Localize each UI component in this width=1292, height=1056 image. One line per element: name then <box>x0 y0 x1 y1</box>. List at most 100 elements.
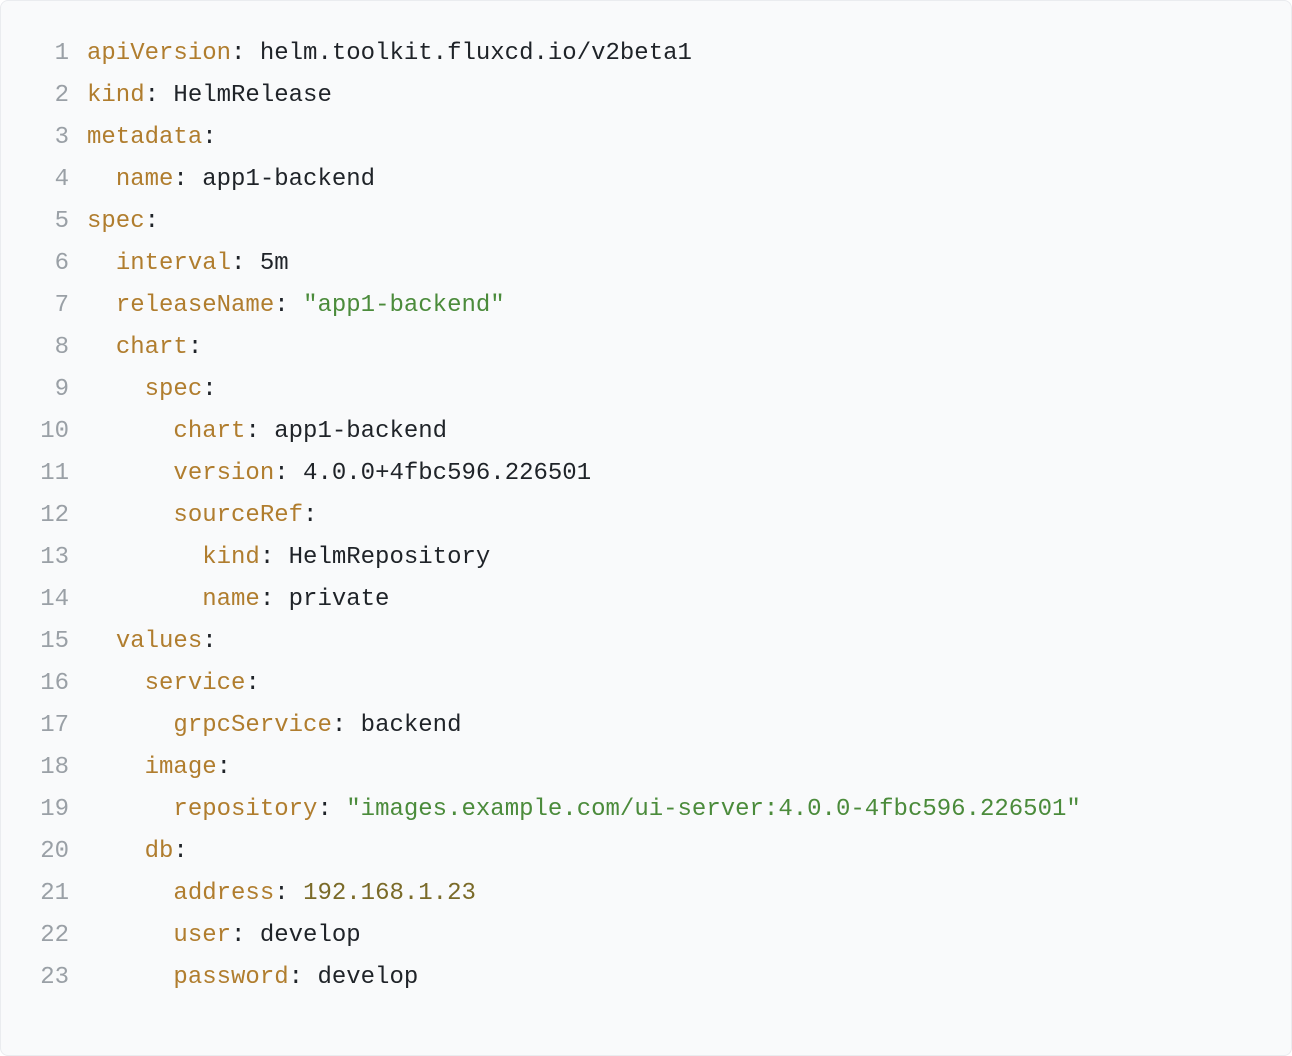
code-token: spec <box>145 376 203 403</box>
line-number: 13 <box>25 537 69 579</box>
line-number: 21 <box>25 873 69 915</box>
code-token: : <box>231 922 245 949</box>
code-token: chart <box>173 418 245 445</box>
code-line: 16 service: <box>25 663 1267 705</box>
code-token: name <box>202 586 260 613</box>
code-token: : <box>245 670 259 697</box>
code-token: helm.toolkit.fluxcd.io/v2beta1 <box>245 40 691 67</box>
code-token: : <box>245 418 259 445</box>
code-token: version <box>173 460 274 487</box>
code-line: 21 address: 192.168.1.23 <box>25 873 1267 915</box>
line-number: 12 <box>25 495 69 537</box>
code-line: 6 interval: 5m <box>25 243 1267 285</box>
line-number: 6 <box>25 243 69 285</box>
code-token: : <box>231 40 245 67</box>
code-line: 8 chart: <box>25 327 1267 369</box>
code-token: : <box>188 334 202 361</box>
line-number: 7 <box>25 285 69 327</box>
code-line: 12 sourceRef: <box>25 495 1267 537</box>
code-line: 23 password: develop <box>25 957 1267 999</box>
line-content: version: 4.0.0+4fbc596.226501 <box>87 453 591 495</box>
code-token: : <box>274 880 288 907</box>
code-token: 5m <box>245 250 288 277</box>
code-token: : <box>274 460 288 487</box>
line-content: interval: 5m <box>87 243 289 285</box>
code-token: sourceRef <box>173 502 303 529</box>
code-token <box>332 796 346 823</box>
code-token: : <box>173 838 187 865</box>
code-token: : <box>145 208 159 235</box>
code-token: : <box>260 544 274 571</box>
code-line: 4 name: app1-backend <box>25 159 1267 201</box>
code-token: : <box>173 166 187 193</box>
code-line: 11 version: 4.0.0+4fbc596.226501 <box>25 453 1267 495</box>
code-token: 4.0.0+4fbc596.226501 <box>289 460 591 487</box>
code-token: name <box>116 166 174 193</box>
code-token: apiVersion <box>87 40 231 67</box>
code-token: db <box>145 838 174 865</box>
line-number: 14 <box>25 579 69 621</box>
code-token: user <box>173 922 231 949</box>
code-token: HelmRepository <box>274 544 490 571</box>
line-content: name: app1-backend <box>87 159 375 201</box>
code-token: : <box>202 376 216 403</box>
line-content: image: <box>87 747 231 789</box>
line-number: 17 <box>25 705 69 747</box>
code-token: values <box>116 628 202 655</box>
line-content: db: <box>87 831 188 873</box>
line-content: grpcService: backend <box>87 705 461 747</box>
line-content: spec: <box>87 369 217 411</box>
line-number: 16 <box>25 663 69 705</box>
code-token: "images.example.com/ui-server:4.0.0-4fbc… <box>346 796 1081 823</box>
code-token: kind <box>87 82 145 109</box>
code-token: kind <box>202 544 260 571</box>
line-content: values: <box>87 621 217 663</box>
code-line: 13 kind: HelmRepository <box>25 537 1267 579</box>
code-line: 5spec: <box>25 201 1267 243</box>
line-number: 22 <box>25 915 69 957</box>
line-number: 4 <box>25 159 69 201</box>
code-token: : <box>303 502 317 529</box>
code-token: : <box>202 628 216 655</box>
code-token: chart <box>116 334 188 361</box>
code-token: 192.168.1.23 <box>303 880 476 907</box>
code-token: password <box>173 964 288 991</box>
code-line: 9 spec: <box>25 369 1267 411</box>
line-content: chart: <box>87 327 202 369</box>
code-line: 1 apiVersion: helm.toolkit.fluxcd.io/v2be… <box>25 33 1267 75</box>
code-block: 1 apiVersion: helm.toolkit.fluxcd.io/v2be… <box>0 0 1292 1056</box>
line-number: 3 <box>25 117 69 159</box>
code-token: : <box>145 82 159 109</box>
line-number: 9 <box>25 369 69 411</box>
code-token: : <box>202 124 216 151</box>
line-number: 8 <box>25 327 69 369</box>
line-number: 5 <box>25 201 69 243</box>
code-token: HelmRelease <box>159 82 332 109</box>
code-token: app1-backend <box>188 166 375 193</box>
code-token: grpcService <box>173 712 331 739</box>
line-content: kind: HelmRepository <box>87 537 490 579</box>
code-token: : <box>289 964 303 991</box>
code-token: interval <box>116 250 231 277</box>
code-line: 3metadata: <box>25 117 1267 159</box>
code-token: repository <box>173 796 317 823</box>
code-token: "app1-backend" <box>303 292 505 319</box>
code-token: develop <box>303 964 418 991</box>
line-content: password: develop <box>87 957 418 999</box>
line-number: 2 <box>25 75 69 117</box>
line-number: 1 <box>25 33 69 75</box>
line-content: user: develop <box>87 915 361 957</box>
code-token: service <box>145 670 246 697</box>
code-token: image <box>145 754 217 781</box>
line-content: repository: "images.example.com/ui-serve… <box>87 789 1081 831</box>
code-line: 15 values: <box>25 621 1267 663</box>
code-token: : <box>217 754 231 781</box>
code-line: 19 repository: "images.example.com/ui-se… <box>25 789 1267 831</box>
code-token: : <box>332 712 346 739</box>
code-token: address <box>173 880 274 907</box>
code-line: 2 kind: HelmRelease <box>25 75 1267 117</box>
code-token: : <box>231 250 245 277</box>
code-token: app1-backend <box>260 418 447 445</box>
line-number: 23 <box>25 957 69 999</box>
code-line: 20 db: <box>25 831 1267 873</box>
